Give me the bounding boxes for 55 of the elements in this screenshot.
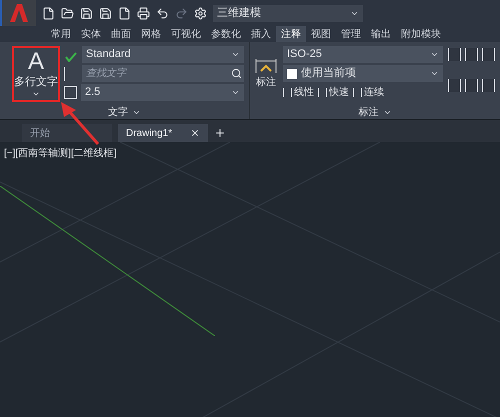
ribbon-tab[interactable]: 输出 — [366, 26, 396, 42]
open-folder-icon[interactable] — [61, 6, 74, 20]
caret-icon — [430, 50, 439, 59]
ribbon-tab[interactable]: 实体 — [76, 26, 106, 42]
new-file-icon[interactable] — [42, 6, 55, 20]
search-button[interactable] — [228, 65, 244, 82]
dimension-button[interactable]: 标注 — [252, 46, 280, 90]
dimension-style-dropdown[interactable]: ISO-25 — [283, 46, 443, 63]
text-style-dropdown[interactable]: Standard — [82, 46, 244, 63]
large-letter-icon: A — [28, 50, 44, 74]
text-height-dropdown[interactable]: 2.5 — [81, 84, 244, 101]
ribbon-tab[interactable]: 参数化 — [206, 26, 246, 42]
tool-icon[interactable] — [482, 48, 495, 61]
panel-title[interactable]: 文字 — [108, 104, 128, 120]
save-as-icon[interactable] — [99, 6, 112, 20]
multiline-text-button[interactable]: A 多行文字 — [12, 46, 60, 102]
ribbon-tab[interactable]: 附加模块 — [396, 26, 446, 42]
save-icon[interactable] — [80, 6, 93, 20]
dimension-tool-button[interactable]: 连续 — [353, 85, 384, 100]
redo-icon[interactable] — [175, 6, 188, 20]
settings-icon[interactable] — [194, 6, 207, 20]
find-text-field[interactable]: 查找文字 — [82, 65, 228, 82]
close-icon[interactable] — [190, 128, 200, 138]
ribbon-tab[interactable]: 注释 — [276, 26, 306, 42]
ribbon-tab[interactable]: 视图 — [306, 26, 336, 42]
new-tab-icon[interactable] — [214, 127, 226, 139]
layer-dropdown[interactable]: 使用当前项 — [283, 65, 443, 82]
tool-icon[interactable] — [482, 78, 495, 92]
ribbon-tab[interactable]: 网格 — [136, 26, 166, 42]
tool-icon[interactable] — [448, 78, 461, 92]
workspace-dropdown[interactable]: 三维建模 — [213, 4, 363, 22]
viewport-label[interactable]: [−][西南等轴测][二维线框] — [4, 146, 117, 161]
ribbon-tab[interactable]: 可视化 — [166, 26, 206, 42]
dimension-tool-button[interactable]: 快速 — [318, 85, 349, 100]
tool-icon[interactable] — [465, 48, 478, 61]
ribbon-tab[interactable]: 插入 — [246, 26, 276, 42]
tool-icon[interactable] — [465, 78, 478, 92]
caret-icon — [231, 88, 240, 97]
drawing-viewport[interactable]: [−][西南等轴测][二维线框] — [0, 142, 500, 417]
print-icon[interactable] — [137, 6, 150, 20]
text-height-icon[interactable] — [64, 86, 77, 99]
caret-icon — [430, 69, 439, 78]
dimension-icon — [255, 57, 277, 75]
ribbon-tab[interactable]: 管理 — [336, 26, 366, 42]
ribbon-tab[interactable]: 常用 — [46, 26, 76, 42]
layer-swatch-icon — [287, 68, 297, 78]
document-icon[interactable] — [118, 6, 131, 20]
dimension-tool-button[interactable]: 线性 — [283, 85, 314, 100]
ribbon-tab[interactable]: 曲面 — [106, 26, 136, 42]
undo-icon[interactable] — [156, 6, 169, 20]
file-tab[interactable]: Drawing1* — [118, 124, 208, 142]
tool-icon[interactable] — [448, 48, 461, 61]
panel-title[interactable]: 标注 — [358, 104, 378, 120]
file-tab[interactable]: 开始 — [22, 124, 112, 142]
caret-icon — [231, 50, 240, 59]
